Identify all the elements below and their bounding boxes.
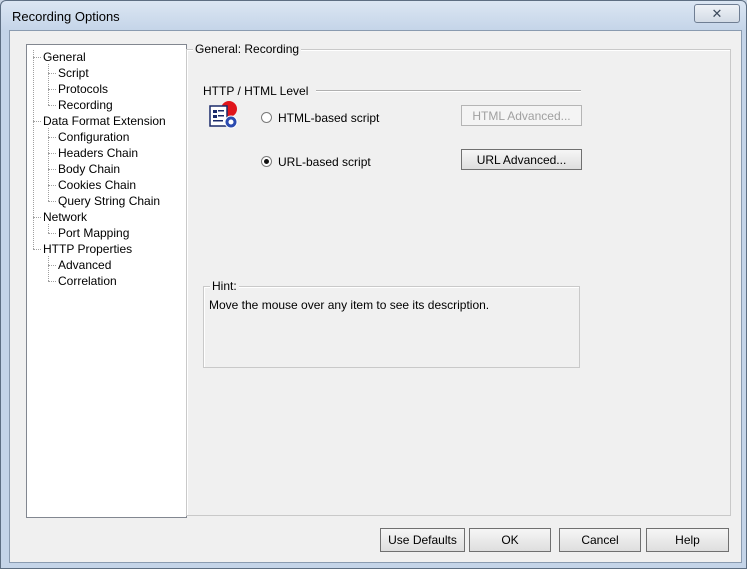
html-based-label[interactable]: HTML-based script	[278, 111, 379, 125]
tree-connector	[48, 169, 56, 170]
close-icon: ✕	[711, 6, 723, 21]
script-level-icon	[209, 101, 238, 129]
url-advanced-button[interactable]: URL Advanced...	[461, 149, 582, 170]
tree-connector	[48, 89, 56, 90]
tree-connector	[48, 281, 56, 282]
hint-text: Move the mouse over any item to see its …	[209, 298, 490, 312]
tree-connector	[33, 217, 41, 218]
use-defaults-button[interactable]: Use Defaults	[380, 528, 465, 552]
url-based-label[interactable]: URL-based script	[278, 155, 371, 169]
tree-item[interactable]: Port Mapping	[58, 226, 129, 240]
tree-connector	[48, 233, 56, 234]
dialog-window: Recording Options ✕ General Script Protoco…	[0, 0, 747, 569]
tree-connector	[48, 185, 56, 186]
tree-item[interactable]: Query String Chain	[58, 194, 160, 208]
tree-item[interactable]: Network	[43, 210, 87, 224]
tree-item[interactable]: Advanced	[58, 258, 111, 272]
tree-item[interactable]: Data Format Extension	[43, 114, 166, 128]
hint-title: Hint:	[210, 279, 239, 293]
tree-connector	[33, 249, 41, 250]
tree-item[interactable]: Script	[58, 66, 89, 80]
tree-item[interactable]: Body Chain	[58, 162, 120, 176]
tree-item[interactable]: Recording	[58, 98, 113, 112]
help-button[interactable]: Help	[646, 528, 729, 552]
tree-connector	[48, 73, 56, 74]
tree-item[interactable]: Configuration	[58, 130, 129, 144]
group-title: General: Recording	[193, 42, 302, 56]
dialog-client-area: General Script Protocols Recording Data Form…	[9, 30, 742, 563]
tree-connector	[48, 201, 56, 202]
tree-connector	[48, 105, 56, 106]
tree-connector	[33, 50, 34, 249]
tree-connector	[48, 137, 56, 138]
section-divider	[316, 90, 581, 92]
tree-item[interactable]: HTTP Properties	[43, 242, 132, 256]
tree-item[interactable]: Protocols	[58, 82, 108, 96]
cancel-button[interactable]: Cancel	[559, 528, 641, 552]
html-based-radio[interactable]	[261, 112, 272, 123]
close-button[interactable]: ✕	[694, 4, 740, 23]
tree-connector	[48, 224, 49, 233]
tree-item[interactable]: Cookies Chain	[58, 178, 136, 192]
window-title: Recording Options	[12, 9, 120, 24]
tree-connector	[48, 153, 56, 154]
tree-connector	[33, 121, 41, 122]
section-title: HTTP / HTML Level	[203, 84, 309, 98]
tree-item[interactable]: General	[43, 50, 86, 64]
options-tree[interactable]: General Script Protocols Recording Data Form…	[26, 44, 187, 518]
tree-item[interactable]: Correlation	[58, 274, 117, 288]
ok-button[interactable]: OK	[469, 528, 551, 552]
tree-connector	[48, 64, 49, 105]
tree-connector	[48, 265, 56, 266]
tree-connector	[48, 128, 49, 201]
tree-connector	[33, 57, 41, 58]
html-advanced-button[interactable]: HTML Advanced...	[461, 105, 582, 126]
url-based-radio[interactable]	[261, 156, 272, 167]
tree-item[interactable]: Headers Chain	[58, 146, 138, 160]
tree-connector	[48, 256, 49, 281]
